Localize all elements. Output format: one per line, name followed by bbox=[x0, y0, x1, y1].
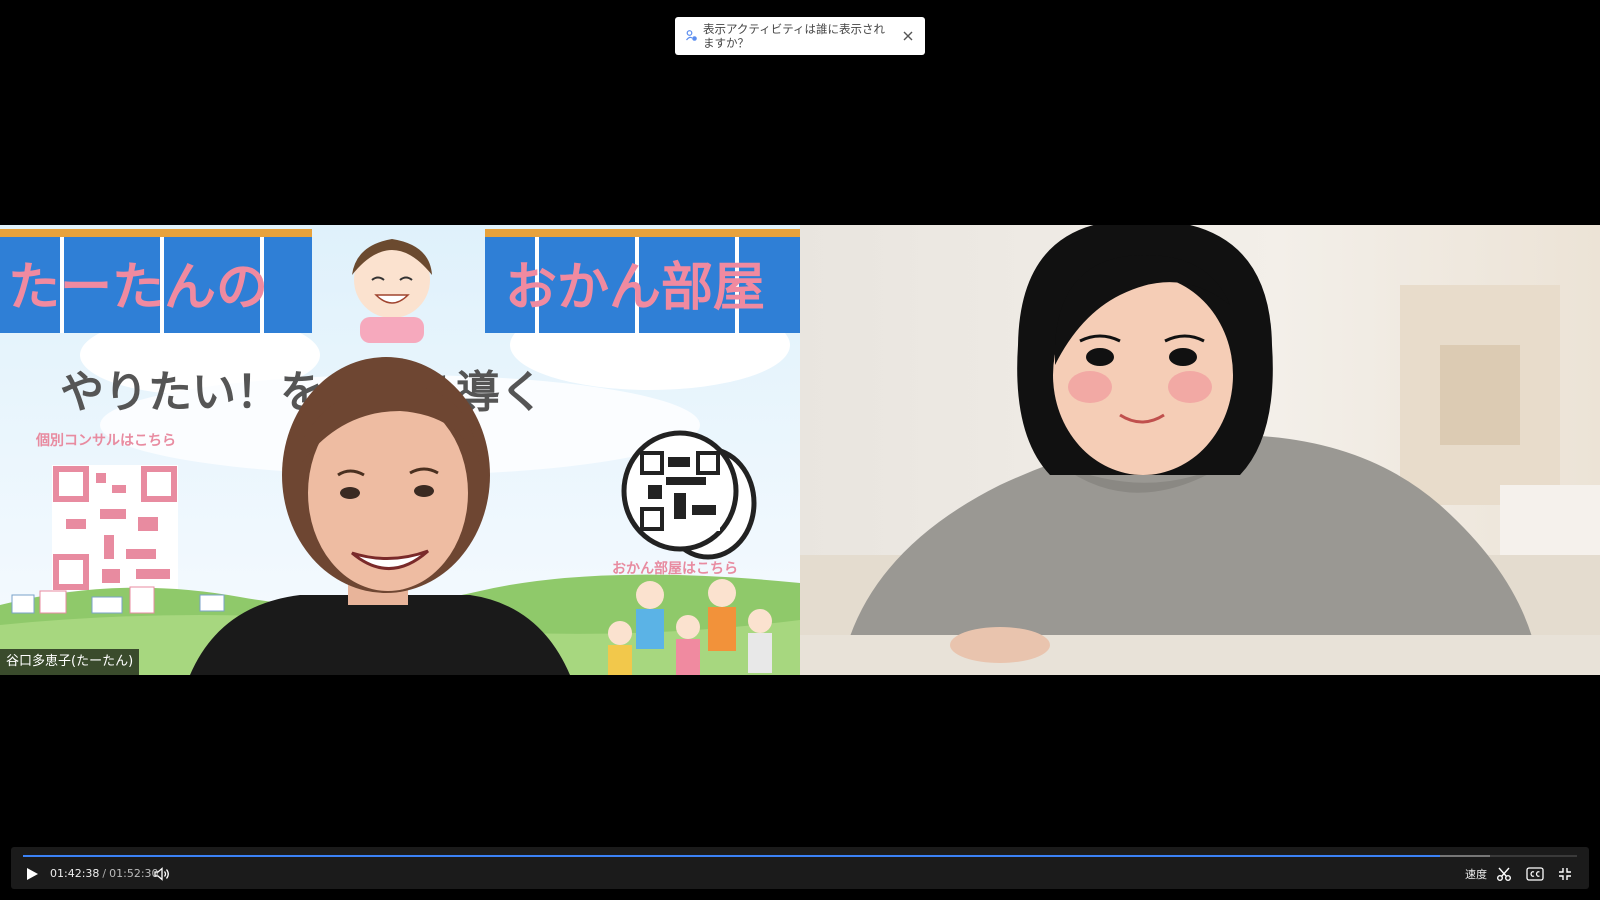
current-time: 01:42:38 bbox=[50, 867, 100, 880]
player-controls: 01:42:38/01:52:30 速度 bbox=[11, 847, 1589, 889]
video-tile-participant bbox=[800, 225, 1600, 675]
participant-name-tag: 谷口多恵子(たーたん) bbox=[0, 649, 140, 675]
play-icon bbox=[27, 868, 38, 880]
speed-button[interactable]: 速度 bbox=[1461, 859, 1491, 889]
people-icon bbox=[686, 30, 697, 41]
close-icon[interactable] bbox=[901, 29, 915, 43]
volume-icon bbox=[154, 867, 169, 881]
progress-fill bbox=[23, 855, 1441, 857]
exit-fullscreen-icon bbox=[1559, 868, 1571, 880]
video-stage: たーたんの おかん部屋 やりたい！を一歩を導く 個別コンサルはこちら おかん部屋… bbox=[0, 225, 1600, 675]
activity-visibility-notice[interactable]: 表示アクティビティは誰に表示されますか？ bbox=[675, 17, 925, 55]
captions-button[interactable] bbox=[1523, 859, 1547, 889]
qr-code-left bbox=[52, 465, 178, 591]
participant-background bbox=[800, 225, 1600, 675]
banner-left-text: たーたんの bbox=[8, 258, 268, 318]
mascot-illustration bbox=[352, 239, 432, 343]
video-tile-speaker: たーたんの おかん部屋 やりたい！を一歩を導く 個別コンサルはこちら おかん部屋… bbox=[0, 225, 800, 675]
scissors-icon bbox=[1497, 867, 1511, 881]
okan-room-label: おかん部屋はこちら bbox=[612, 560, 738, 577]
time-display: 01:42:38/01:52:30 bbox=[50, 859, 159, 889]
play-button[interactable] bbox=[21, 859, 43, 889]
slide-background: たーたんの おかん部屋 やりたい！を一歩を導く 個別コンサルはこちら おかん部屋… bbox=[0, 225, 800, 675]
clip-button[interactable] bbox=[1493, 859, 1515, 889]
progress-buffer bbox=[1440, 855, 1490, 857]
time-separator: / bbox=[102, 867, 107, 880]
avatar-overlay bbox=[1017, 225, 1273, 475]
progress-bar[interactable] bbox=[23, 855, 1577, 857]
exit-fullscreen-button[interactable] bbox=[1554, 859, 1576, 889]
captions-icon bbox=[1526, 867, 1544, 881]
banner-right-text: おかん部屋 bbox=[505, 258, 765, 318]
consult-label: 個別コンサルはこちら bbox=[35, 432, 176, 449]
volume-button[interactable] bbox=[151, 859, 173, 889]
notice-text: 表示アクティビティは誰に表示されますか？ bbox=[703, 22, 886, 50]
